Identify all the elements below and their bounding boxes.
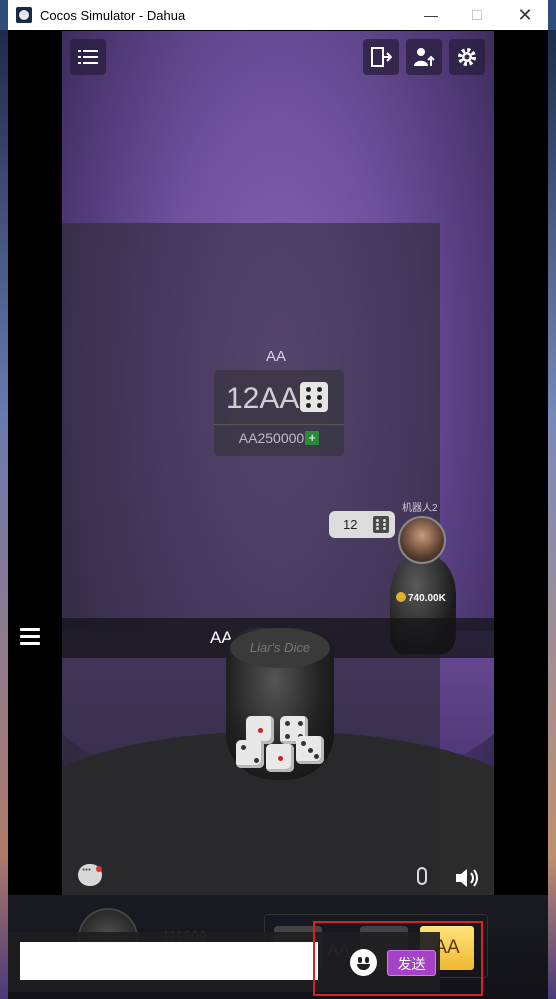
notification-dot <box>96 866 102 872</box>
opponent-bid-bubble: 12 <box>329 511 395 538</box>
user-button[interactable] <box>406 39 442 75</box>
gear-icon <box>458 48 476 66</box>
current-bid-value: 12AA <box>226 382 300 415</box>
speaker-icon[interactable] <box>454 866 482 890</box>
bid-divider <box>214 424 344 425</box>
die <box>236 740 264 768</box>
die-six-icon <box>300 382 328 412</box>
current-bid-panel: 12AA AA250000 + <box>214 370 344 456</box>
close-button[interactable]: ✕ <box>502 0 548 30</box>
maximize-button[interactable]: ☐ <box>454 0 500 30</box>
microphone-icon[interactable] <box>417 867 427 885</box>
die <box>266 744 294 772</box>
settings-button[interactable] <box>449 39 485 75</box>
desktop-background-left <box>0 30 8 999</box>
cocos-app-icon <box>16 7 32 23</box>
side-menu-icon[interactable] <box>20 628 40 646</box>
dim-overlay <box>62 223 440 895</box>
user-upload-icon <box>414 48 435 66</box>
coin-icon <box>396 592 406 602</box>
pot-value: AA250000 <box>238 430 305 446</box>
bid-panel-title: AA <box>265 348 286 365</box>
exit-button[interactable] <box>363 39 399 75</box>
minimize-button[interactable]: — <box>408 0 454 30</box>
die-six-icon <box>373 516 389 533</box>
cup-lid-logo: Liar's Dice <box>230 628 330 668</box>
exit-door-icon <box>371 47 392 67</box>
pot-amount: AA250000 + <box>214 430 344 446</box>
opponent-bid-value: 12 <box>343 517 358 532</box>
menu-list-button[interactable] <box>70 39 106 75</box>
opponent-chips: 740.00K <box>396 592 446 604</box>
window-titlebar: Cocos Simulator - Dahua — ☐ ✕ <box>8 0 548 30</box>
desktop-background-right <box>548 30 556 999</box>
opponent-name: 机器人2 <box>402 503 438 514</box>
list-icon <box>78 50 98 64</box>
add-chips-button[interactable]: + <box>305 431 320 445</box>
opponent-avatar[interactable] <box>398 516 446 564</box>
die <box>296 736 324 764</box>
chat-input[interactable] <box>20 942 318 980</box>
window-title: Cocos Simulator - Dahua <box>40 7 186 23</box>
opponent-chips-value: 740.00K <box>408 593 446 604</box>
highlight-annotation <box>313 921 483 996</box>
